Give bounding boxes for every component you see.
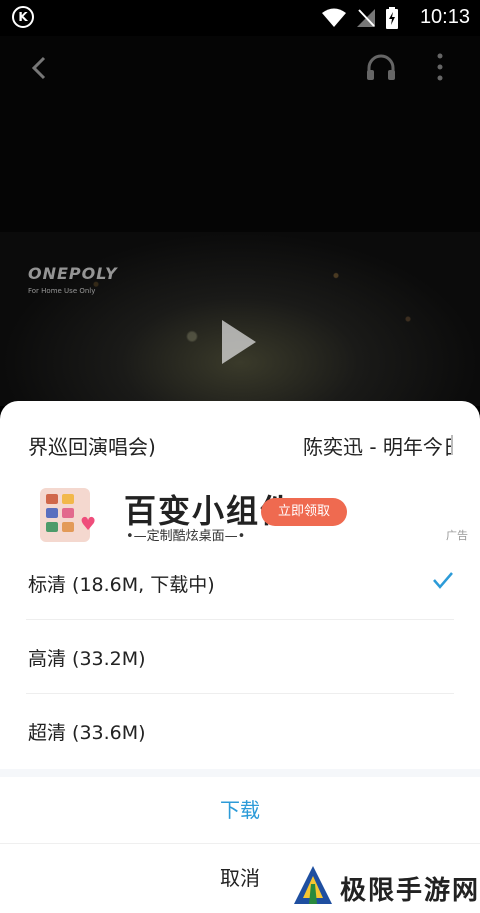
back-icon[interactable] [30,54,50,82]
ad-image: ♥ [24,484,106,544]
download-quality-sheet: 界巡回演唱会) 陈奕迅 - 明年今日 ♥ 百变小组件 •—定制酷炫桌面—• 立即… [0,401,480,913]
quality-option-label: 超清 (33.6M) [28,722,146,744]
divider [0,769,480,777]
song-title-right: 陈奕迅 - 明年今日 [303,435,453,459]
ad-banner[interactable]: ♥ 百变小组件 •—定制酷炫桌面—• 立即领取 广告 [20,480,480,548]
video-watermark: ONEPOLY For Home Use Only [28,264,118,295]
more-icon[interactable] [435,52,445,82]
heart-icon: ♥ [80,514,97,535]
song-title-marquee: 界巡回演唱会) 陈奕迅 - 明年今日 [0,401,480,485]
quality-option-standard[interactable]: 标清 (18.6M, 下载中) [26,546,454,620]
status-bar: K 10:13 [0,0,480,36]
signal-off-icon [357,9,375,27]
check-icon [433,572,453,589]
ad-label: 广告 [446,529,468,542]
site-watermark: 极限手游网 [286,860,480,913]
clock: 10:13 [419,6,470,28]
quality-option-super[interactable]: 超清 (33.6M) [26,694,454,767]
video-frame: ONEPOLY For Home Use Only [0,232,480,406]
app-logo-icon: K [12,6,34,28]
watermark-text: 极限手游网 [340,876,480,906]
battery-charging-icon [386,7,398,29]
status-icons [322,7,398,29]
marquee-edge [451,435,453,455]
play-icon[interactable] [222,320,256,364]
quality-option-label: 高清 (33.2M) [28,648,146,670]
ad-cta-button[interactable]: 立即领取 [261,498,347,526]
wifi-icon [322,8,346,27]
quality-option-high[interactable]: 高清 (33.2M) [26,620,454,694]
quality-options: 标清 (18.6M, 下载中) 高清 (33.2M) 超清 (33.6M) [0,546,480,767]
ad-subtitle: •—定制酷炫桌面—• [126,529,246,544]
quality-option-label: 标清 (18.6M, 下载中) [28,574,215,596]
download-button[interactable]: 下载 [0,777,480,844]
song-title-left: 界巡回演唱会) [28,435,156,459]
headphone-icon[interactable] [365,52,397,82]
watermark-logo-icon [294,866,332,904]
